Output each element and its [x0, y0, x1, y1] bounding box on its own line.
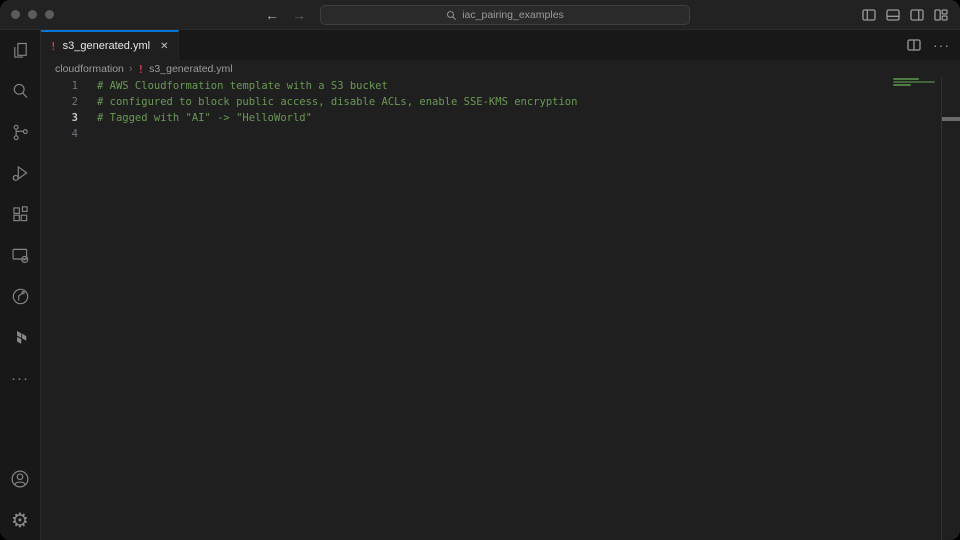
customize-layout-icon[interactable]: [934, 8, 948, 22]
activity-bar: ··· ⚙: [0, 30, 41, 540]
tab-label: s3_generated.yml: [63, 40, 150, 52]
line-number[interactable]: 3: [41, 110, 97, 126]
navigate-forward-icon[interactable]: →: [292, 8, 306, 22]
editor-lines[interactable]: 1# AWS Cloudformation template with a S3…: [41, 78, 889, 540]
circle-branch-icon: [10, 286, 31, 307]
gear-icon: ⚙: [11, 510, 29, 530]
code-line[interactable]: 4: [41, 126, 889, 142]
code-text: # Tagged with "AI" -> "HelloWorld": [97, 110, 312, 126]
terraform-icon: [10, 328, 30, 348]
minimize-window-button[interactable]: [28, 10, 37, 19]
toggle-secondary-sidebar-icon[interactable]: [910, 8, 924, 22]
vscode-window: ← → iac_pairing_examples: [0, 0, 960, 540]
code-line[interactable]: 2# configured to block public access, di…: [41, 94, 889, 110]
code-text: # AWS Cloudformation template with a S3 …: [97, 78, 388, 94]
window-controls: [11, 10, 54, 19]
toggle-panel-icon[interactable]: [886, 8, 900, 22]
sidebar-item-explorer[interactable]: [0, 30, 41, 71]
minimap-line: [893, 84, 911, 86]
breadcrumb-folder[interactable]: cloudformation: [55, 63, 124, 75]
code-line[interactable]: 1# AWS Cloudformation template with a S3…: [41, 78, 889, 94]
account-icon: [9, 468, 31, 490]
settings-button[interactable]: ⚙: [0, 499, 41, 540]
command-center-search[interactable]: iac_pairing_examples: [320, 5, 690, 25]
line-number[interactable]: 1: [41, 78, 97, 94]
sidebar-item-terraform[interactable]: [0, 317, 41, 358]
close-tab-icon[interactable]: ✕: [160, 41, 168, 52]
yaml-file-icon: !: [138, 63, 145, 76]
minimap-line: [893, 81, 935, 83]
breadcrumb: cloudformation › ! s3_generated.yml: [41, 60, 960, 78]
ellipsis-icon: ···: [11, 370, 29, 387]
run-and-debug-icon: [10, 163, 31, 184]
toggle-primary-sidebar-icon[interactable]: [862, 8, 876, 22]
account-button[interactable]: [0, 458, 41, 499]
yaml-file-icon: !: [50, 40, 57, 53]
breadcrumb-file[interactable]: s3_generated.yml: [149, 63, 232, 75]
extensions-icon: [10, 204, 31, 225]
minimap-line: [893, 78, 919, 80]
title-bar: ← → iac_pairing_examples: [0, 0, 960, 30]
tab-s3-generated-yml[interactable]: ! s3_generated.yml ✕: [41, 30, 179, 60]
editor-region[interactable]: 1# AWS Cloudformation template with a S3…: [41, 78, 960, 540]
code-line[interactable]: 3# Tagged with "AI" -> "HelloWorld": [41, 110, 889, 126]
sidebar-item-extensions[interactable]: [0, 194, 41, 235]
files-icon: [10, 40, 31, 61]
sidebar-item-run-debug[interactable]: [0, 153, 41, 194]
line-number[interactable]: 2: [41, 94, 97, 110]
chevron-right-icon: ›: [129, 63, 133, 75]
sidebar-item-remote-explorer[interactable]: [0, 235, 41, 276]
search-icon: [10, 81, 31, 102]
overview-ruler-cursor-marker: [942, 117, 960, 121]
sidebar-item-circle-branch[interactable]: [0, 276, 41, 317]
sidebar-item-source-control[interactable]: [0, 112, 41, 153]
split-editor-icon[interactable]: [907, 38, 921, 52]
code-text: # configured to block public access, dis…: [97, 94, 577, 110]
remote-explorer-icon: [10, 245, 31, 266]
tab-bar: ! s3_generated.yml ✕ ···: [41, 30, 960, 60]
navigate-back-icon[interactable]: ←: [265, 8, 279, 22]
more-actions-icon[interactable]: ···: [933, 37, 950, 53]
sidebar-item-search[interactable]: [0, 71, 41, 112]
close-window-button[interactable]: [11, 10, 20, 19]
sidebar-item-more-actions[interactable]: ···: [0, 358, 41, 399]
overview-ruler-scrollbar[interactable]: [941, 78, 960, 540]
command-center-text: iac_pairing_examples: [462, 9, 564, 21]
zoom-window-button[interactable]: [45, 10, 54, 19]
line-number[interactable]: 4: [41, 126, 97, 142]
search-icon: [446, 10, 457, 21]
source-control-icon: [10, 122, 31, 143]
